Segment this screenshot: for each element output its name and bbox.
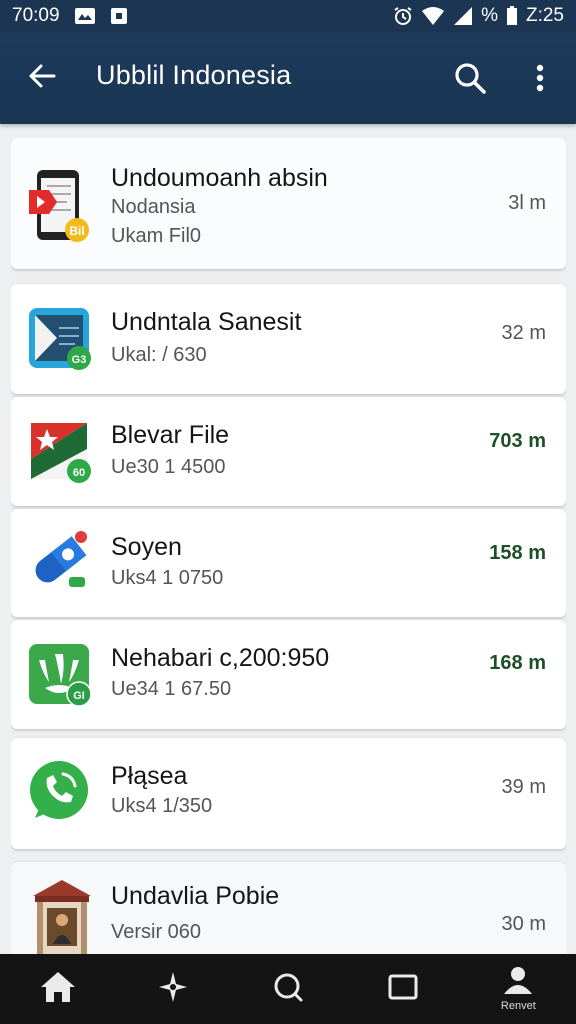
- bottom-nav: Renvet: [0, 954, 576, 1024]
- list-item[interactable]: GI Nehabari c,200:950 Ue34 1 67.50 168 m: [11, 620, 566, 729]
- app-detail: Versir 060: [111, 921, 202, 943]
- list-item[interactable]: G3 Undntala Sanesit Ukal: / 630 32 m: [11, 284, 566, 394]
- list-item[interactable]: Bil Undoumoanh absin Nodansia Ukam Fil0 …: [11, 138, 566, 269]
- person-icon: [502, 966, 534, 999]
- nav-sparkle[interactable]: [133, 954, 213, 1024]
- app-detail: Ue34 1 67.50: [111, 678, 232, 700]
- app-size: 158 m: [489, 542, 546, 564]
- app-size: 30 m: [501, 913, 546, 935]
- wifi-icon: [421, 6, 445, 26]
- nav-profile[interactable]: Renvet: [478, 954, 558, 1024]
- search-icon[interactable]: [448, 56, 492, 100]
- app-detail: Ukal: / 630: [111, 344, 207, 366]
- svg-text:G3: G3: [72, 354, 87, 366]
- app-bar: Ubblil Indonesia: [0, 32, 576, 124]
- app-size: 168 m: [489, 652, 546, 674]
- back-arrow-icon[interactable]: [22, 56, 62, 96]
- paw-icon: GI: [27, 642, 92, 707]
- phone-chat-icon: [27, 758, 91, 822]
- home-icon: [39, 970, 77, 1009]
- app-detail: Uks4 1 0750: [111, 567, 224, 589]
- app-detail: Ukam Fil0: [111, 225, 202, 247]
- list-item[interactable]: Płąsea Uks4 1/350 39 m: [11, 738, 566, 849]
- museum-icon: [27, 878, 97, 954]
- video-play-icon: G3: [27, 306, 91, 370]
- app-name: Undntala Sanesit: [111, 308, 302, 336]
- app-subtitle: Nodansia: [111, 196, 196, 218]
- app-name: Soyen: [111, 533, 182, 561]
- status-bar: 70:09 % Z:25: [0, 0, 576, 32]
- app-list: Bil Undoumoanh absin Nodansia Ukam Fil0 …: [11, 138, 566, 954]
- app-size: 703 m: [489, 430, 546, 452]
- app-name: Undoumoanh absin: [111, 164, 328, 192]
- svg-text:Bil: Bil: [69, 224, 84, 238]
- app-size: 32 m: [501, 322, 546, 344]
- signal-icon: [453, 6, 473, 26]
- app-size: 3l m: [508, 192, 546, 214]
- nav-search[interactable]: [248, 954, 328, 1024]
- svg-text:60: 60: [73, 467, 85, 479]
- list-item[interactable]: Soyen Uks4 1 0750 158 m: [11, 509, 566, 617]
- page-title: Ubblil Indonesia: [96, 60, 292, 90]
- alarm-icon: [393, 6, 413, 26]
- app-name: Nehabari c,200:950: [111, 644, 330, 672]
- nav-square[interactable]: [363, 954, 443, 1024]
- app-name: Undavlia Pobie: [111, 882, 280, 910]
- capsule-icon: [27, 529, 91, 593]
- more-vertical-icon[interactable]: [520, 56, 560, 100]
- square-icon: [387, 973, 419, 1006]
- search-icon: [272, 971, 304, 1008]
- battery-icon: [506, 6, 518, 26]
- app-detail: Uks4 1/350: [111, 795, 213, 817]
- status-time: 70:09: [12, 5, 60, 26]
- list-item[interactable]: Undavlia Pobie Versir 060 30 m: [11, 862, 566, 954]
- flag-file-icon: 60: [27, 419, 91, 483]
- app-detail: Ue30 1 4500: [111, 456, 226, 478]
- app-name: Płąsea: [111, 762, 188, 790]
- sparkle-icon: [157, 970, 189, 1009]
- phone-file-icon: Bil: [27, 168, 91, 242]
- gallery-icon: [74, 7, 96, 25]
- app-size: 39 m: [501, 776, 546, 798]
- app-name: Blevar File: [111, 421, 230, 449]
- list-item[interactable]: 60 Blevar File Ue30 1 4500 703 m: [11, 397, 566, 506]
- status-clock: Z:25: [525, 5, 564, 26]
- nav-profile-label: Renvet: [500, 1000, 536, 1012]
- battery-percent: %: [481, 5, 498, 26]
- image-icon: [110, 7, 128, 25]
- nav-home[interactable]: [18, 954, 98, 1024]
- svg-text:GI: GI: [73, 690, 85, 702]
